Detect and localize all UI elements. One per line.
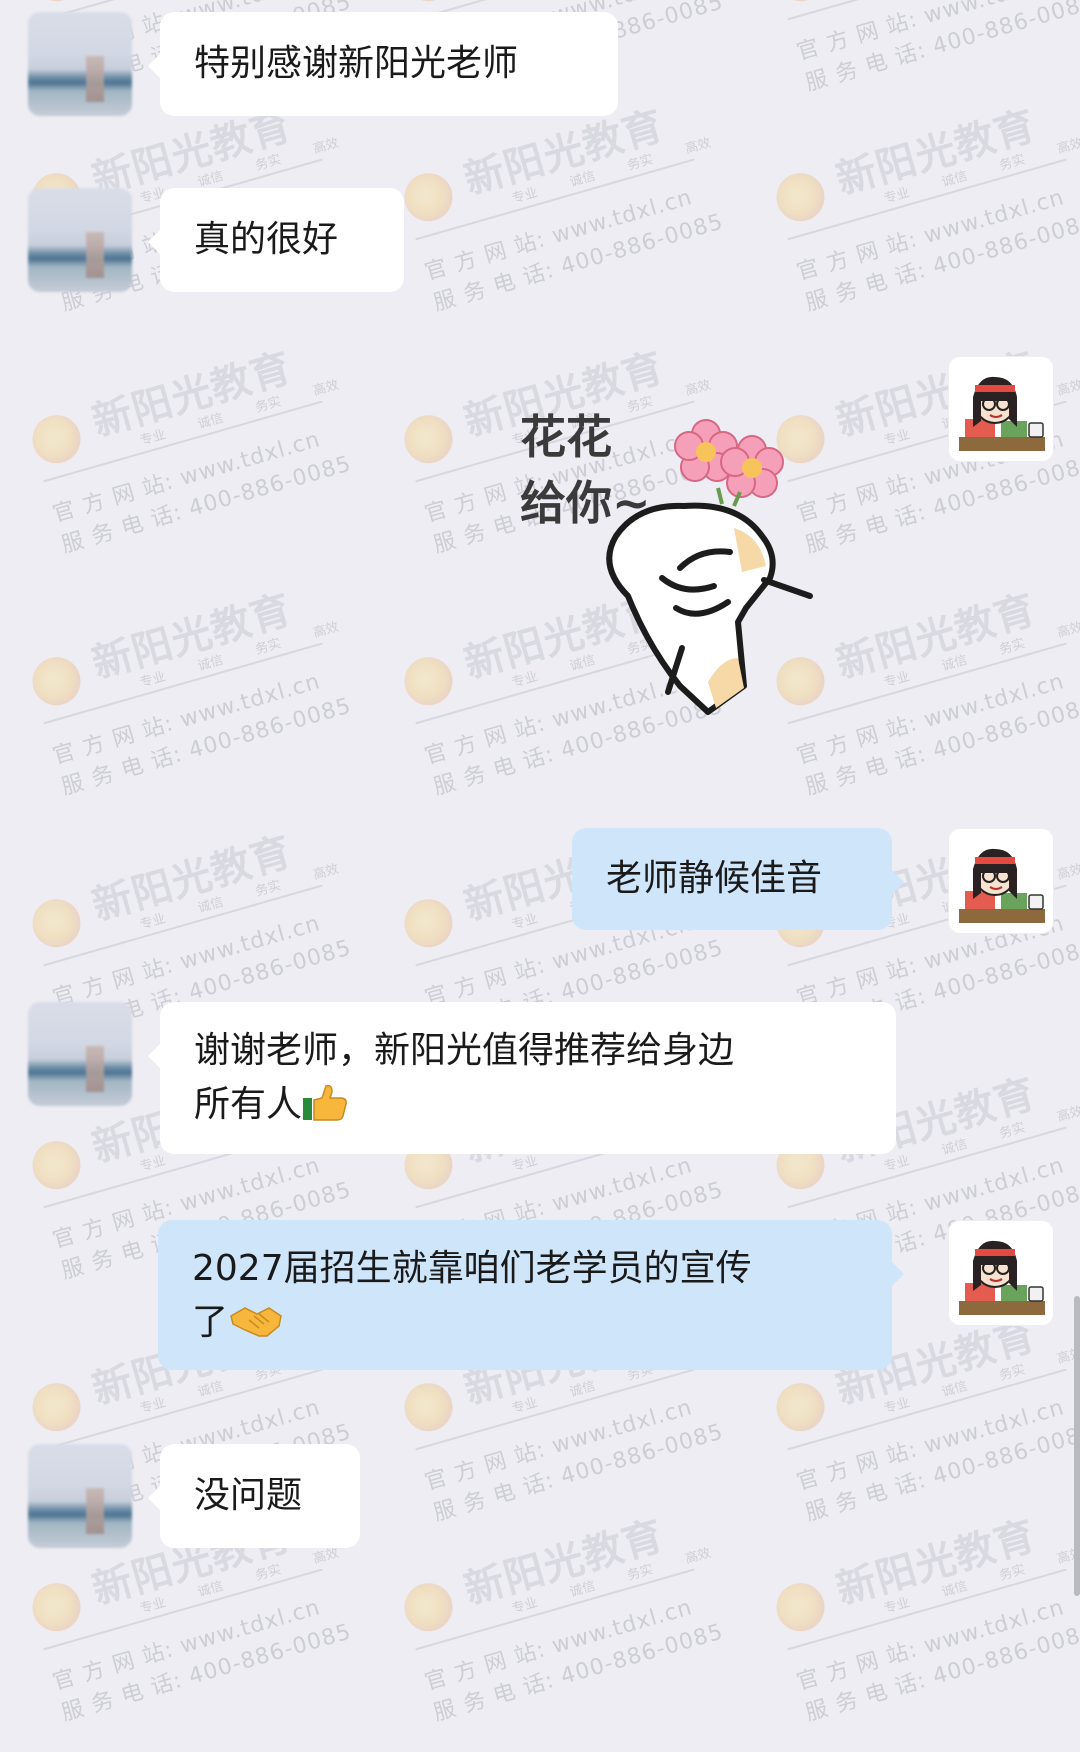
cartoon-avatar-icon	[949, 357, 1053, 461]
thumbs-up-emoji-icon	[303, 1084, 347, 1121]
message-text-line: 了	[192, 1296, 858, 1350]
message-text-line: 2027届招生就靠咱们老学员的宣传	[192, 1248, 752, 1289]
message-text-line: 谢谢老师，新阳光值得推荐给身边	[194, 1030, 735, 1071]
message-text: 真的很好	[194, 219, 339, 260]
message-bubble-incoming[interactable]: 谢谢老师，新阳光值得推荐给身边 所有人	[148, 1002, 896, 1154]
message-text: 所有人	[194, 1084, 303, 1125]
message-bubble-outgoing[interactable]: 2027届招生就靠咱们老学员的宣传 了	[158, 1220, 904, 1370]
message-text-line: 所有人	[194, 1078, 862, 1132]
message-bubble-incoming[interactable]: 没问题	[148, 1444, 360, 1548]
scrollbar[interactable]	[1074, 1296, 1080, 1596]
contact-avatar[interactable]	[28, 188, 132, 292]
chat-area[interactable]: 特别感谢新阳光老师 真的很好 花花 给你~ 老师静候佳音 谢谢老师，新阳光值得推…	[0, 0, 1080, 1608]
handshake-emoji-icon	[230, 1307, 282, 1337]
contact-avatar[interactable]	[28, 1002, 132, 1106]
my-avatar[interactable]	[948, 356, 1054, 462]
message-text: 了	[192, 1302, 229, 1343]
message-text: 老师静候佳音	[606, 858, 823, 899]
watermark-phone: 服 务 电 话: 400-886-0085	[430, 1619, 727, 1727]
contact-avatar[interactable]	[28, 1444, 132, 1548]
cartoon-avatar-icon	[949, 1221, 1053, 1325]
message-bubble-incoming[interactable]: 特别感谢新阳光老师	[148, 12, 618, 116]
message-bubble-outgoing[interactable]: 老师静候佳音	[572, 828, 904, 930]
message-bubble-incoming[interactable]: 真的很好	[148, 188, 404, 292]
watermark-phone: 服 务 电 话: 400-886-0085	[58, 1619, 355, 1727]
message-text: 没问题	[194, 1475, 303, 1516]
sticker-caption: 花花 给你~	[520, 410, 651, 530]
cartoon-avatar-icon	[949, 829, 1053, 933]
message-text: 特别感谢新阳光老师	[194, 43, 519, 84]
my-avatar[interactable]	[948, 828, 1054, 934]
my-avatar[interactable]	[948, 1220, 1054, 1326]
contact-avatar[interactable]	[28, 12, 132, 116]
watermark-phone: 服 务 电 话: 400-886-0085	[802, 1619, 1080, 1727]
